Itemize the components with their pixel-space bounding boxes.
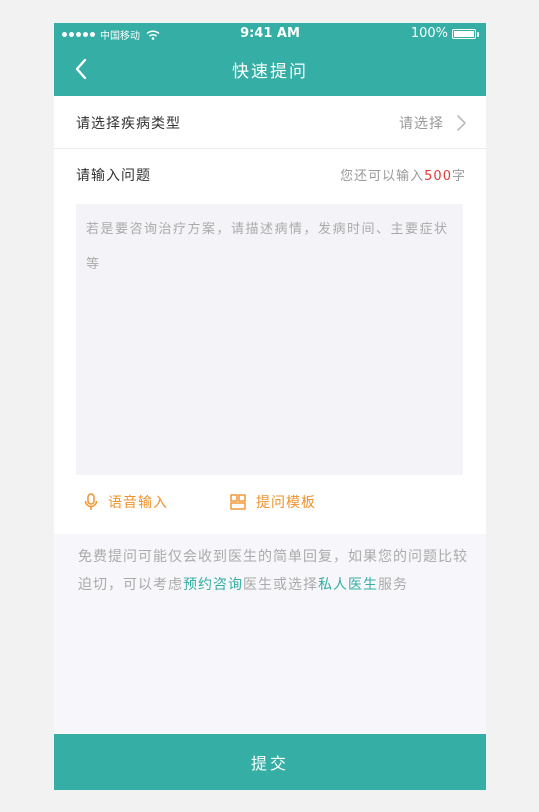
- remaining-suffix: 字: [451, 169, 466, 184]
- disease-type-row[interactable]: 请选择疾病类型 请选择: [54, 96, 486, 149]
- status-bar: 中国移动 9:41 AM 100%: [54, 23, 486, 45]
- battery-fill: [454, 30, 474, 37]
- remaining-count: 您还可以输入500字: [340, 165, 466, 184]
- chevron-right-icon: [457, 115, 466, 131]
- appointment-consult-link[interactable]: 预约咨询: [183, 577, 243, 593]
- notice-part2: 医生或选择: [243, 577, 318, 593]
- question-row: 请输入问题 您还可以输入500字: [54, 148, 486, 200]
- disease-type-select[interactable]: 请选择: [399, 113, 444, 133]
- template-icon: [230, 494, 246, 510]
- nav-bar: 快速提问: [54, 45, 486, 96]
- disease-type-label: 请选择疾病类型: [76, 116, 181, 132]
- question-input[interactable]: 若是要咨询治疗方案，请描述病情，发病时间、主要症状等: [76, 204, 463, 475]
- page-title: 快速提问: [232, 62, 308, 82]
- remaining-number: 500: [424, 169, 452, 184]
- phone-screen: 中国移动 9:41 AM 100% 快速提问 请选择疾病类型 请选择 请输入问题…: [54, 23, 486, 790]
- private-doctor-link[interactable]: 私人医生: [318, 577, 378, 593]
- notice-part3: 服务: [378, 577, 408, 593]
- question-template-button[interactable]: 提问模板: [230, 492, 316, 512]
- voice-input-label: 语音输入: [108, 495, 168, 511]
- voice-input-button[interactable]: 语音输入: [84, 492, 168, 512]
- question-template-label: 提问模板: [256, 495, 316, 511]
- notice-text: 免费提问可能仅会收到医生的简单回复，如果您的问题比较迫切，可以考虑预约咨询医生或…: [78, 543, 468, 599]
- question-placeholder: 若是要咨询治疗方案，请描述病情，发病时间、主要症状等: [86, 222, 449, 272]
- submit-button[interactable]: 提交: [54, 734, 486, 790]
- battery-icon: [452, 28, 479, 39]
- status-right: 100%: [410, 26, 479, 41]
- battery-percent: 100%: [410, 26, 448, 41]
- microphone-icon: [84, 493, 98, 510]
- remaining-prefix: 您还可以输入: [340, 169, 425, 184]
- question-form: 请选择疾病类型 请选择 请输入问题 您还可以输入500字 若是要咨询治疗方案，请…: [54, 96, 486, 534]
- header: 中国移动 9:41 AM 100% 快速提问: [54, 23, 486, 96]
- question-label: 请输入问题: [76, 168, 151, 184]
